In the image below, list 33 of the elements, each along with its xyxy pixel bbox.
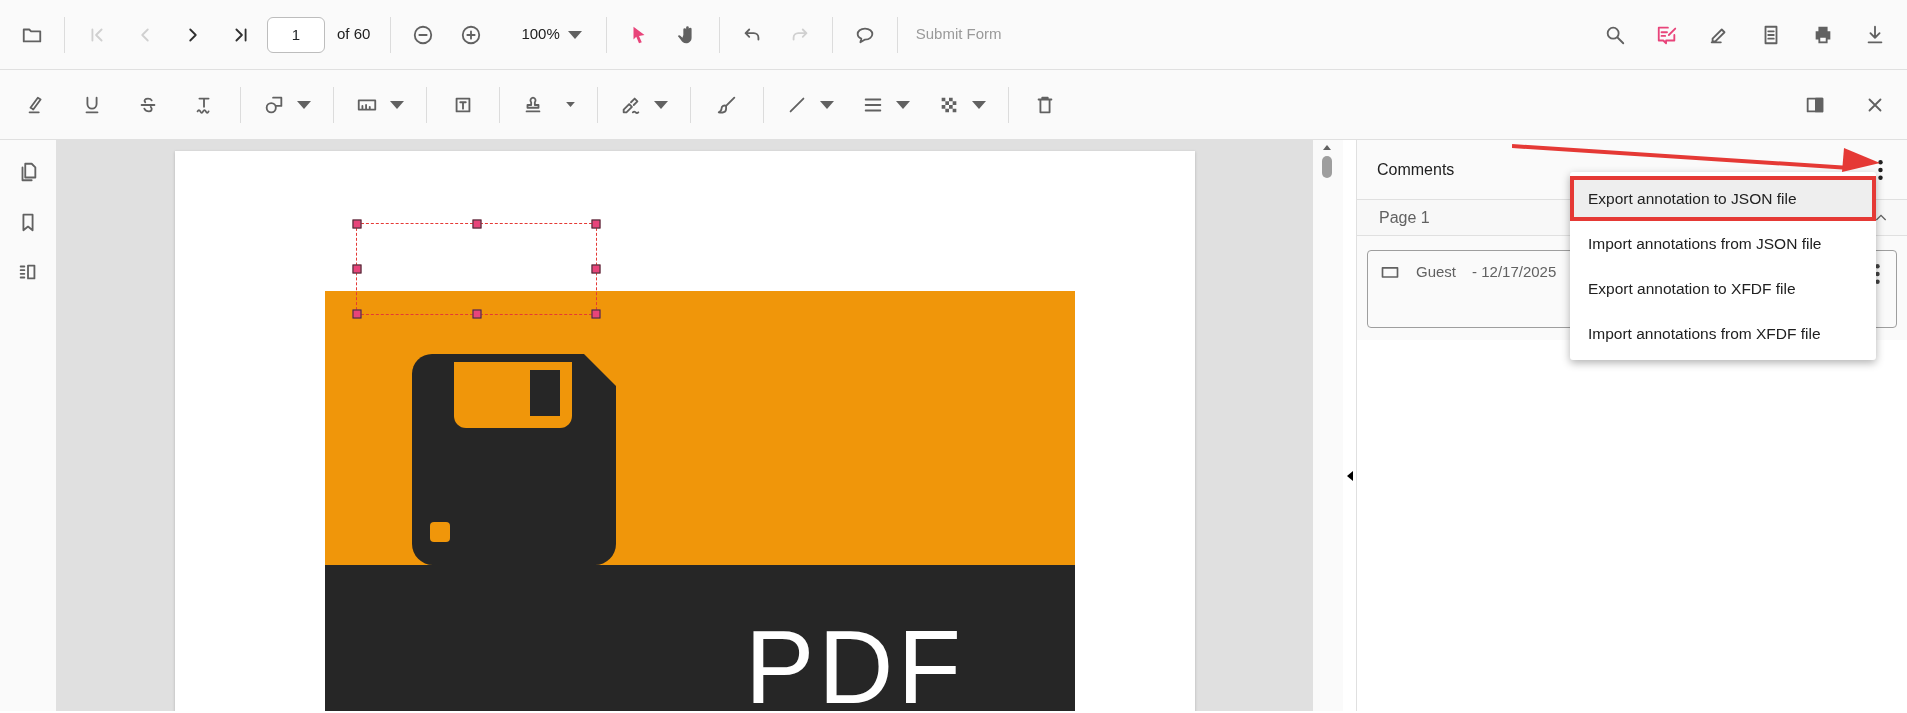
resize-handle[interactable] [352,264,362,274]
page-label: Page 1 [1379,207,1430,228]
caret-icon [972,100,986,109]
menu-item[interactable]: Export annotation to JSON file [1570,176,1876,221]
caret-icon [390,100,404,109]
collapse-panel-icon[interactable] [1346,470,1353,481]
comment-date: - 12/17/2025 [1472,262,1557,282]
scrollbar[interactable] [1321,144,1333,178]
resize-handle[interactable] [591,219,601,229]
caret-icon [567,30,582,39]
page-count-label: of 60 [337,24,371,45]
banner-text: PDF [745,609,965,711]
caret-icon [896,100,910,109]
more-options-icon [1877,159,1883,180]
resize-handle[interactable] [352,219,362,229]
caret-icon [820,100,834,109]
resize-handle[interactable] [591,309,601,319]
caret-icon [297,100,311,109]
caret-icon [566,102,575,107]
resize-handle[interactable] [591,264,601,274]
caret-icon [654,100,668,109]
panel-title: Comments [1377,159,1455,180]
zoom-in-icon [460,23,483,46]
zoom-dropdown[interactable]: 100% [497,14,596,55]
resize-handle[interactable] [472,309,481,319]
comment-author: Guest [1416,262,1457,282]
menu-item[interactable]: Import annotations from JSON file [1570,221,1876,266]
resize-handle[interactable] [472,219,481,229]
resize-handle[interactable] [352,309,362,319]
zoom-out-icon [412,23,435,46]
page-number-input[interactable]: 1 [267,16,325,53]
menu-item[interactable]: Export annotation to XFDF file [1570,266,1876,311]
menu-item[interactable]: Import annotations from XFDF file [1570,311,1876,356]
